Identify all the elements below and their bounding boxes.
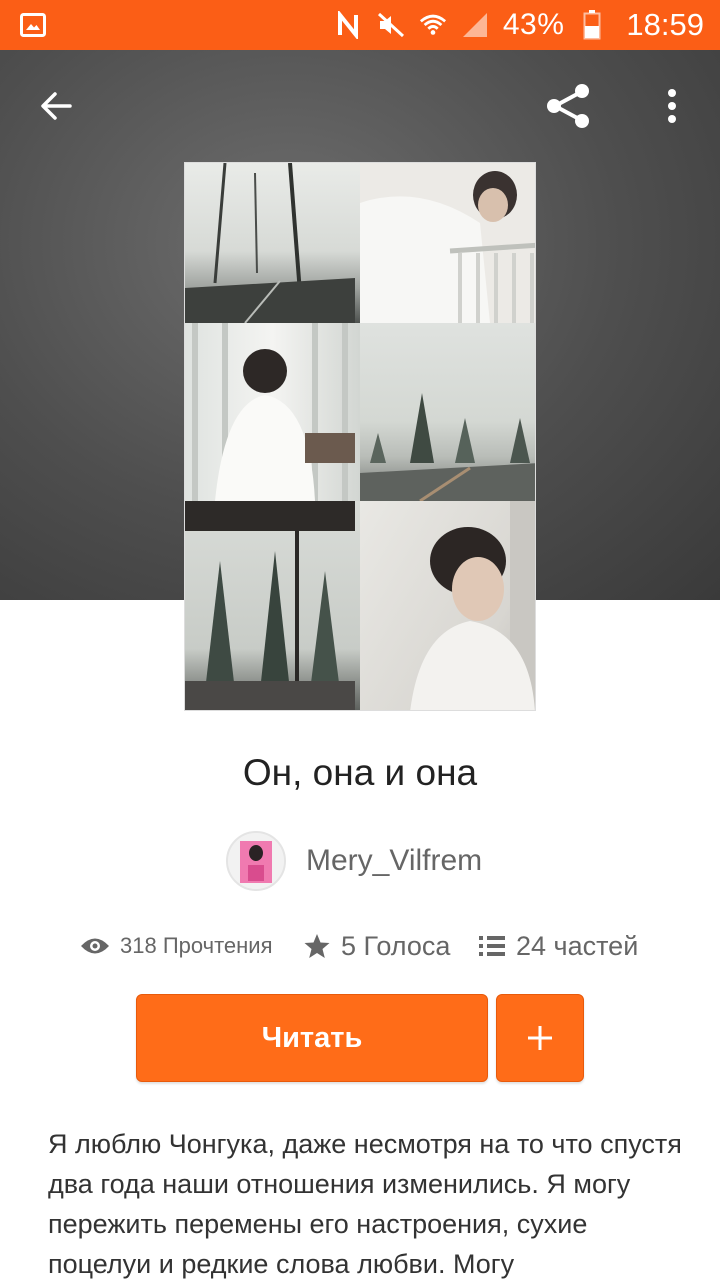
cover-tile-boy-balcony <box>360 163 535 323</box>
clock: 18:59 <box>626 7 704 42</box>
story-cover[interactable] <box>184 162 536 711</box>
cover-tile-window-trees <box>185 501 360 710</box>
battery-percent: 43% <box>502 8 565 41</box>
wifi-icon <box>419 11 447 39</box>
status-bar: 43% 18:59 <box>0 0 720 50</box>
nfc-icon <box>335 11 363 39</box>
read-button[interactable]: Читать <box>136 994 488 1082</box>
plus-icon <box>528 1026 552 1050</box>
more-options-button[interactable] <box>642 76 702 136</box>
back-arrow-icon <box>41 92 72 120</box>
story-title: Он, она и она <box>242 752 478 793</box>
eye-icon <box>81 938 109 954</box>
list-icon <box>479 936 505 956</box>
reads-count: 318 Прочтения <box>120 933 273 958</box>
author-link[interactable]: Mery_Vilfrem <box>226 830 482 892</box>
story-description: Я люблю Чонгука, даже несмотря на то что… <box>48 1129 682 1279</box>
story-details-screen: 43% 18:59 Он, она и она Mery_Vilfrem 318… <box>0 0 720 1280</box>
star-icon <box>304 934 330 958</box>
reads-stat: 318 Прочтения <box>80 924 273 968</box>
signal-icon <box>461 11 489 39</box>
cover-tile-winter-road <box>185 163 360 323</box>
cover-tile-boy-wall <box>360 501 535 710</box>
author-name[interactable]: Mery_Vilfrem <box>306 844 482 878</box>
votes-count: 5 Голоса <box>341 930 451 961</box>
gallery-notification-icon <box>20 13 46 37</box>
add-to-library-button[interactable] <box>496 994 584 1082</box>
votes-stat: 5 Голоса <box>303 924 450 968</box>
cover-tile-pine-road <box>360 323 535 501</box>
cover-tile-boy-back <box>185 323 360 501</box>
story-stats: 318 Прочтения 5 Голоса 24 частей <box>0 924 720 968</box>
mute-icon <box>377 11 405 39</box>
share-icon <box>547 84 589 128</box>
avatar[interactable] <box>226 831 286 891</box>
battery-icon <box>578 10 606 40</box>
more-vert-icon <box>668 89 676 123</box>
parts-stat: 24 частей <box>478 924 638 968</box>
share-button[interactable] <box>538 76 598 136</box>
parts-count: 24 частей <box>516 930 639 961</box>
back-button[interactable] <box>26 76 86 136</box>
